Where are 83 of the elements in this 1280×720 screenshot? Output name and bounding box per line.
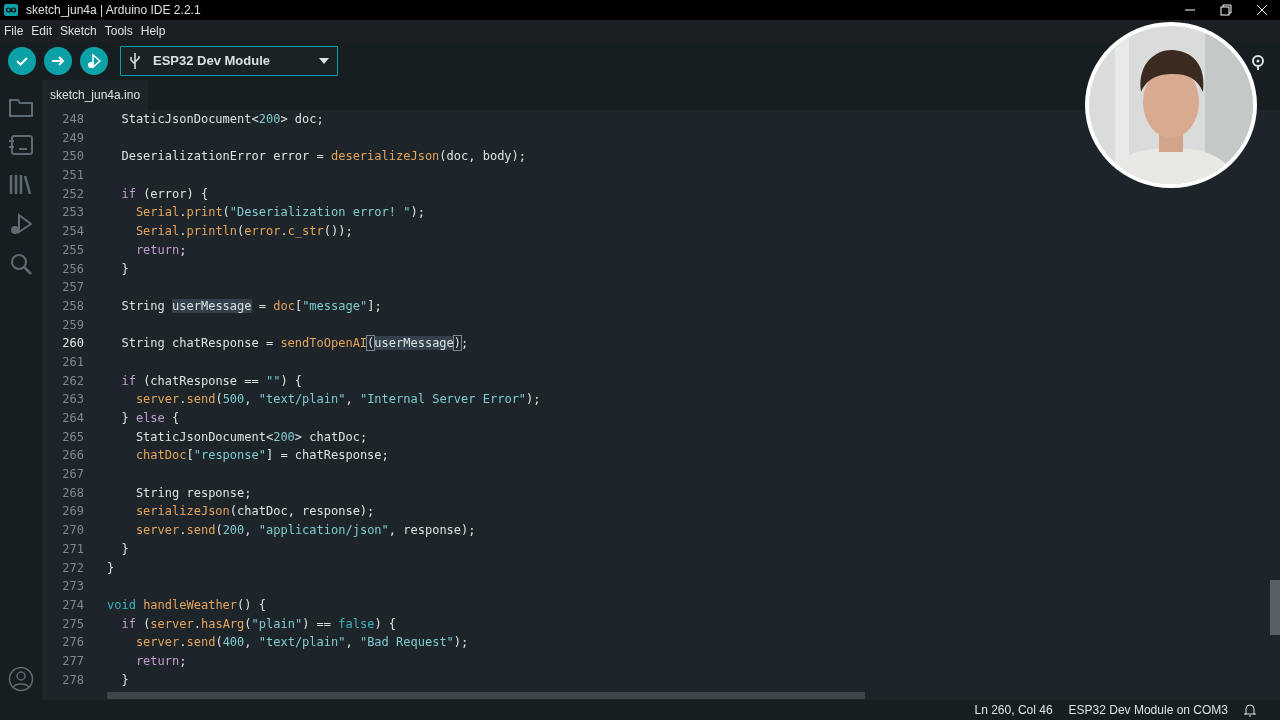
code-line: serializeJson(chatDoc, response); <box>134 503 375 521</box>
line-number: 260 <box>61 335 84 353</box>
code-line: if (chatResponse == "") { <box>120 372 303 390</box>
window-title: sketch_jun4a | Arduino IDE 2.2.1 <box>26 2 201 19</box>
cursor-position[interactable]: Ln 260, Col 46 <box>974 701 1053 719</box>
line-number: 274 <box>61 596 84 614</box>
account-icon[interactable] <box>8 666 34 692</box>
line-number: 266 <box>61 447 84 465</box>
code-line: chatDoc["response"] = chatResponse; <box>134 447 389 465</box>
code-line: server.send(200, "application/json", response); <box>134 522 476 540</box>
line-number: 258 <box>61 297 84 315</box>
code-line: DeserializationError error = deserializeJson(doc, body); <box>120 148 527 166</box>
line-number: 263 <box>61 391 84 409</box>
library-icon[interactable] <box>9 172 33 196</box>
code-line: } else { <box>120 410 180 427</box>
caret-icon <box>319 58 329 64</box>
code-line: String userMessage = doc["message"]; <box>120 297 382 315</box>
code-line: StaticJsonDocument<200> doc; <box>120 111 324 128</box>
line-number: 254 <box>61 223 84 241</box>
code-line: String chatResponse = sendToOpenAI(userMessage); <box>120 335 469 353</box>
notification-icon[interactable] <box>1244 703 1256 717</box>
line-number: 259 <box>61 316 84 334</box>
scrollbar-thumb[interactable] <box>107 692 865 699</box>
line-number: 255 <box>61 241 84 259</box>
menu-item[interactable]: Tools <box>100 22 137 40</box>
board-port-status[interactable]: ESP32 Dev Module on COM3 <box>1068 701 1228 719</box>
code-line: return; <box>134 652 187 670</box>
line-number: 248 <box>61 111 84 128</box>
code-line: } <box>120 540 129 558</box>
usb-icon <box>129 52 141 70</box>
search-icon[interactable] <box>9 252 33 276</box>
upload-button[interactable] <box>44 47 72 75</box>
board-selector[interactable]: ESP32 Dev Module <box>120 46 338 76</box>
line-number: 256 <box>61 260 84 278</box>
code-line: Serial.println(error.c_str()); <box>134 223 353 241</box>
line-number: 268 <box>61 484 84 502</box>
code-line: } <box>107 559 115 577</box>
line-number: 271 <box>61 540 84 558</box>
code-line: Serial.print("Deserialization error! "); <box>134 204 425 222</box>
line-number: 270 <box>61 522 84 540</box>
menu-item[interactable]: Sketch <box>56 22 101 40</box>
board-icon[interactable] <box>8 134 34 156</box>
menu-item[interactable]: Help <box>136 22 170 40</box>
scrollbar-thumb[interactable] <box>1270 580 1280 635</box>
file-tab[interactable]: sketch_jun4a.ino <box>42 80 149 110</box>
line-number: 252 <box>61 185 84 203</box>
code-line: if (error) { <box>120 185 209 203</box>
play-bug-icon <box>85 52 103 70</box>
line-number: 278 <box>61 671 84 689</box>
code-line: void handleWeather() { <box>107 596 266 614</box>
line-number: 267 <box>61 466 84 484</box>
line-number: 275 <box>61 615 84 633</box>
line-number: 269 <box>61 503 84 521</box>
line-number: 253 <box>61 204 84 222</box>
restore-icon[interactable] <box>1220 4 1232 16</box>
code-line: return; <box>134 241 187 259</box>
code-line: } <box>120 260 129 278</box>
line-number: 264 <box>61 410 84 427</box>
code-line: String response; <box>134 484 252 502</box>
line-number: 250 <box>61 148 84 166</box>
line-number: 257 <box>61 279 84 297</box>
code-line: server.send(400, "text/plain", "Bad Request"); <box>134 634 469 652</box>
verify-button[interactable] <box>8 47 36 75</box>
app-logo-icon <box>4 4 18 16</box>
line-number: 251 <box>61 167 84 185</box>
code-line: StaticJsonDocument<200> chatDoc; <box>134 428 368 446</box>
line-number: 276 <box>61 634 84 652</box>
debug-button[interactable] <box>80 47 108 75</box>
code-line: server.send(500, "text/plain", "Internal Server Error"); <box>134 391 541 409</box>
folder-icon[interactable] <box>9 96 33 118</box>
line-number: 273 <box>61 578 84 596</box>
line-number: 261 <box>61 353 84 371</box>
menu-item[interactable]: Edit <box>27 22 57 40</box>
close-icon[interactable] <box>1256 4 1268 16</box>
line-number: 277 <box>61 652 84 670</box>
code-line: } <box>120 671 129 689</box>
line-number: 265 <box>61 428 84 446</box>
line-number: 272 <box>61 559 84 577</box>
menu-item[interactable]: File <box>0 22 28 40</box>
line-number: 249 <box>61 129 84 147</box>
code-line: if (server.hasArg("plain") == false) { <box>120 615 397 633</box>
debug-icon[interactable] <box>9 212 33 236</box>
line-number: 262 <box>61 372 84 390</box>
